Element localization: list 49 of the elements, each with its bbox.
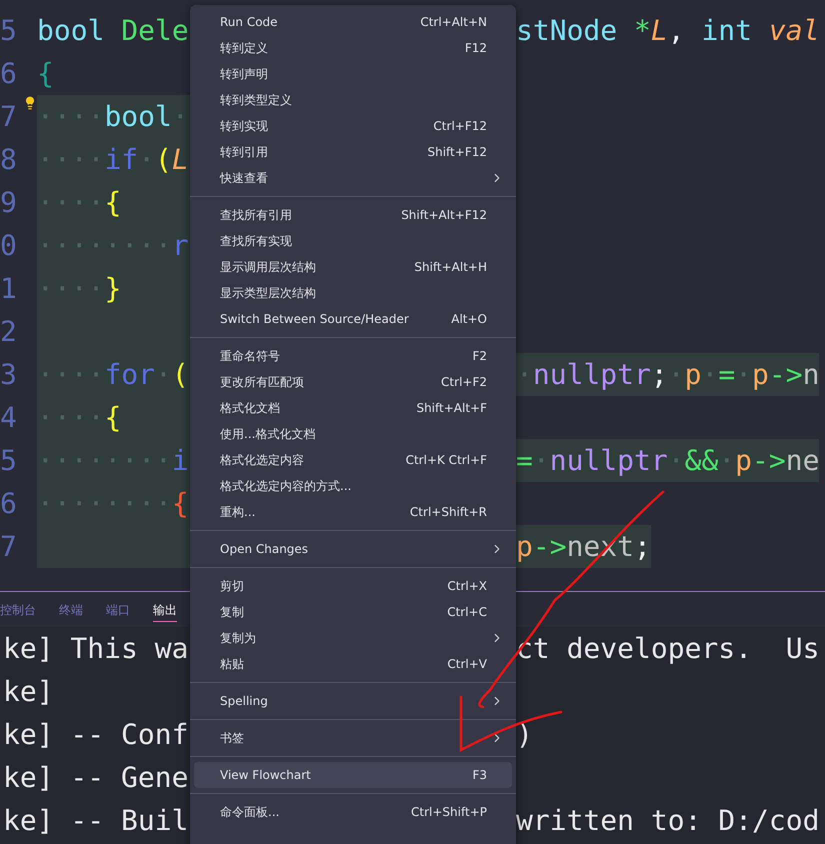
panel-tab[interactable]: 输出	[153, 598, 177, 622]
menu-item[interactable]: Spelling	[194, 688, 512, 714]
line-number: 6	[0, 56, 17, 92]
menu-item[interactable]: Open Changes	[194, 536, 512, 562]
output-text: )	[516, 717, 534, 753]
line-number: 0	[0, 228, 17, 264]
menu-item[interactable]: 重命名符号 F2	[194, 343, 512, 369]
line-number: 6	[0, 486, 17, 522]
line-number: 5	[0, 13, 17, 49]
menu-item[interactable]: 重构... Ctrl+Shift+R	[194, 499, 512, 525]
line-number: 7	[0, 529, 17, 565]
output-text: ke]	[2, 674, 55, 710]
line-number: 8	[0, 142, 17, 178]
menu-item[interactable]: 书签	[194, 725, 512, 751]
menu-item[interactable]: 格式化选定内容 Ctrl+K Ctrl+F	[194, 447, 512, 473]
menu-item[interactable]: 剪切 Ctrl+X	[194, 573, 512, 599]
menu-item[interactable]: 转到实现 Ctrl+F12	[194, 113, 512, 139]
menu-item[interactable]: Run Code Ctrl+Alt+N	[194, 9, 512, 35]
menu-item[interactable]: 格式化选定内容的方式...	[194, 473, 512, 499]
menu-item[interactable]: Switch Between Source/Header Alt+O	[194, 306, 512, 332]
menu-item[interactable]: 查找所有引用 Shift+Alt+F12	[194, 202, 512, 228]
menu-item[interactable]: 粘贴 Ctrl+V	[194, 651, 512, 677]
menu-item[interactable]: 使用...格式化文档	[194, 421, 512, 447]
line-number: 5	[0, 443, 17, 479]
output-text: ke] -- Gene	[2, 760, 190, 796]
menu-item[interactable]: 显示调用层次结构 Shift+Alt+H	[194, 254, 512, 280]
menu-item[interactable]: 更改所有匹配项 Ctrl+F2	[194, 369, 512, 395]
output-text: written to: D:/cod	[516, 803, 820, 839]
menu-item[interactable]: 显示类型层次结构	[194, 280, 512, 306]
line-number: 9	[0, 185, 17, 221]
menu-item[interactable]: 转到定义 F12	[194, 35, 512, 61]
menu-item[interactable]: 命令面板... Ctrl+Shift+P	[194, 799, 512, 825]
menu-item[interactable]: 格式化文档 Shift+Alt+F	[194, 395, 512, 421]
menu-item[interactable]: 查找所有实现	[194, 228, 512, 254]
menu-item[interactable]: 转到声明	[194, 61, 512, 87]
menu-item[interactable]: 复制 Ctrl+C	[194, 599, 512, 625]
line-number: 4	[0, 400, 17, 436]
output-text: ke] This wa	[2, 631, 190, 667]
menu-item[interactable]: 转到引用 Shift+F12	[194, 139, 512, 165]
menu-item[interactable]: 复制为	[194, 625, 512, 651]
output-text: ke] -- Buil	[2, 803, 190, 839]
line-number: 3	[0, 357, 17, 393]
line-number: 1	[0, 271, 17, 307]
menu-item[interactable]: View Flowchart F3	[194, 762, 512, 788]
line-number: 2	[0, 314, 17, 350]
line-number: 7	[0, 99, 17, 135]
menu-item[interactable]: 快速查看	[194, 165, 512, 191]
menu-item[interactable]: 转到类型定义	[194, 87, 512, 113]
output-text: ke] -- Conf	[2, 717, 190, 753]
